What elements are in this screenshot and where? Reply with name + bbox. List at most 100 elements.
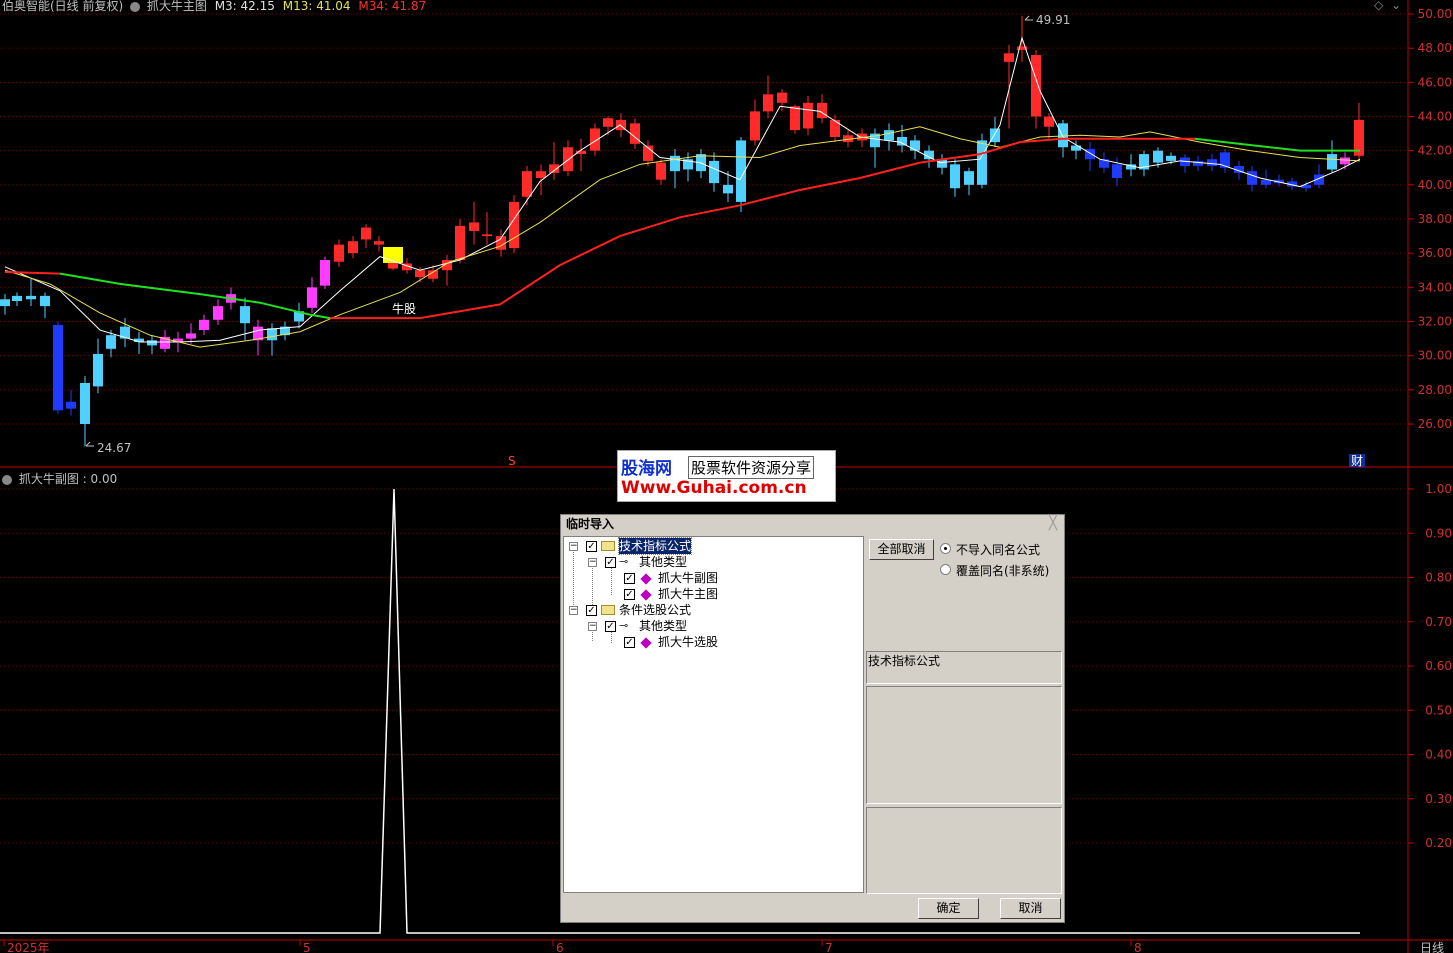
high-marker-label: 49.91 <box>1036 13 1070 27</box>
sub-chart-header: 抓大牛副图 : 0.00 <box>2 470 117 487</box>
price-tick-label: 46.00 <box>1418 75 1452 89</box>
candle-body <box>1004 53 1014 62</box>
ok-button[interactable]: 确定 <box>918 898 979 919</box>
sub-tick-label: 1.00 <box>1425 482 1452 496</box>
price-tick-label: 36.00 <box>1418 246 1452 260</box>
checkbox[interactable]: ✓ <box>605 557 616 568</box>
candle-body <box>415 270 425 278</box>
candle-body <box>240 306 250 324</box>
candle-body <box>723 184 733 194</box>
tree-label[interactable]: 其他类型 <box>639 618 687 634</box>
tree-label[interactable]: 技术指标公式 <box>617 537 693 555</box>
sub-tick-label: 0.60 <box>1425 659 1452 673</box>
price-tick-label: 48.00 <box>1418 41 1452 55</box>
candle-body <box>817 102 827 119</box>
candle-body <box>656 162 666 180</box>
sub-tick-label: 0.70 <box>1425 615 1452 629</box>
temp-import-dialog: 临时导入 ╳ − ✓ 技术指标公式 − ✓ ⊸ 其他类型 ✓ 抓大牛副图 ✓ 抓… <box>560 514 1065 923</box>
price-tick-label: 26.00 <box>1418 417 1452 431</box>
dropdown-icon[interactable] <box>130 1 141 12</box>
m34-line-green <box>59 272 331 320</box>
candle-body <box>106 335 116 349</box>
m3-value: M3: 42.15 <box>214 0 275 13</box>
tree-node-sub-chart-formula[interactable]: ✓ 抓大牛副图 <box>564 570 864 586</box>
radio-overwrite-label[interactable]: 覆盖同名(非系统) <box>956 562 1049 579</box>
info-panel: 技术指标公式 <box>866 651 1062 684</box>
tree-node-indicator-formulas[interactable]: − ✓ 技术指标公式 <box>564 537 864 555</box>
candle-body <box>1031 55 1041 117</box>
candle-body <box>964 171 974 185</box>
s-marker-label: S <box>508 454 516 468</box>
tree-node-stock-screen-formula[interactable]: ✓ 抓大牛选股 <box>564 634 864 650</box>
tree-label[interactable]: 其他类型 <box>639 554 687 570</box>
sub-tick-label: 0.20 <box>1425 836 1452 850</box>
price-tick-label: 40.00 <box>1418 178 1452 192</box>
checkbox[interactable]: ✓ <box>605 621 616 632</box>
tree-node-other-types-2[interactable]: − ✓ ⊸ 其他类型 <box>564 618 864 634</box>
collapse-icon[interactable]: − <box>588 558 597 567</box>
collapse-icon[interactable]: − <box>569 542 578 551</box>
stock-name: 伯奥智能(日线 前复权) <box>2 0 124 13</box>
folder-icon <box>601 605 615 615</box>
m13-value: M13: 41.04 <box>282 0 351 13</box>
chevron-down-icon[interactable]: ⌄ <box>1391 0 1401 12</box>
m34-value: M34: 41.87 <box>358 0 427 13</box>
info-label: 技术指标公式 <box>868 654 941 668</box>
description-panel <box>866 686 1062 804</box>
tree-label[interactable]: 抓大牛选股 <box>658 634 718 650</box>
radio-overwrite-duplicates[interactable] <box>940 564 951 575</box>
deselect-all-button[interactable]: 全部取消 <box>869 539 934 560</box>
candle-body <box>950 164 960 189</box>
candle-body <box>536 171 546 178</box>
checkbox[interactable]: ✓ <box>624 589 635 600</box>
price-tick-label: 44.00 <box>1418 110 1452 124</box>
candle-body <box>803 102 813 129</box>
collapse-icon[interactable]: − <box>588 622 597 631</box>
low-marker-arrow <box>85 441 94 447</box>
candle-body <box>1207 159 1217 167</box>
checkbox[interactable]: ✓ <box>586 605 597 616</box>
candle-body <box>763 94 773 112</box>
candle-body <box>26 295 36 300</box>
tree-label[interactable]: 条件选股公式 <box>619 602 691 618</box>
candle-body <box>1044 116 1054 127</box>
formula-icon <box>640 573 652 585</box>
m34-line-green <box>1194 137 1360 152</box>
candle-body <box>0 299 10 307</box>
tree-label[interactable]: 抓大牛副图 <box>658 570 718 586</box>
cancel-button[interactable]: 取消 <box>1000 898 1061 919</box>
candle-body <box>334 244 344 262</box>
checkbox[interactable]: ✓ <box>624 573 635 584</box>
diamond-icon[interactable]: ◇ <box>1374 0 1383 12</box>
tree-node-main-chart-formula[interactable]: ✓ 抓大牛主图 <box>564 586 864 602</box>
candle-body <box>630 123 640 144</box>
candle-body <box>1247 171 1257 185</box>
tree-node-stock-screen-formulas[interactable]: − ✓ 条件选股公式 <box>564 602 864 618</box>
price-tick-label: 50.00 <box>1418 7 1452 21</box>
candle-body <box>590 128 600 151</box>
indicator-name[interactable]: 抓大牛主图 <box>147 0 207 13</box>
sub-tick-label: 0.90 <box>1425 526 1452 540</box>
candle-body <box>884 130 894 141</box>
key-icon: ⊸ <box>619 555 629 568</box>
checkbox[interactable]: ✓ <box>586 541 597 552</box>
tree-node-other-types[interactable]: − ✓ ⊸ 其他类型 <box>564 554 864 570</box>
nav-arrows[interactable]: ◇ ⌄ <box>1374 0 1401 12</box>
candle-body <box>199 319 209 331</box>
close-icon[interactable]: ╳ <box>1046 516 1060 530</box>
sub-dropdown-icon[interactable] <box>2 474 12 485</box>
candle-body <box>147 340 157 346</box>
candle-body <box>750 111 760 141</box>
signal-text-label: 牛股 <box>392 301 416 316</box>
candle-body <box>1112 164 1122 178</box>
candle-body <box>374 241 384 245</box>
collapse-icon[interactable]: − <box>569 606 578 615</box>
radio-skip-duplicates[interactable] <box>940 543 951 554</box>
time-tick-label: 2025年 <box>7 941 50 953</box>
sub-chart-title[interactable]: 抓大牛副图 : 0.00 <box>19 472 117 486</box>
tree-label[interactable]: 抓大牛主图 <box>658 586 718 602</box>
price-tick-label: 38.00 <box>1418 212 1452 226</box>
formula-tree[interactable]: − ✓ 技术指标公式 − ✓ ⊸ 其他类型 ✓ 抓大牛副图 ✓ 抓大牛主图 − … <box>563 536 864 893</box>
checkbox[interactable]: ✓ <box>624 637 635 648</box>
radio-skip-label[interactable]: 不导入同名公式 <box>956 541 1040 558</box>
